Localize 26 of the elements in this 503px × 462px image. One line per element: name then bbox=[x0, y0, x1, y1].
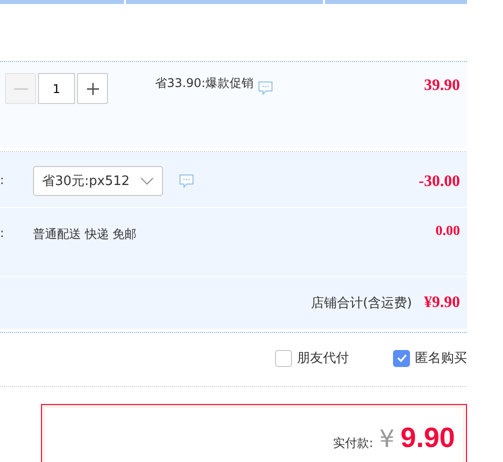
coupon-label: : bbox=[0, 173, 6, 187]
quantity-field[interactable]: 1 bbox=[38, 73, 75, 104]
shipping-fee: 0.00 bbox=[436, 224, 460, 240]
minus-button[interactable] bbox=[5, 73, 36, 104]
shop-total-label: 店铺合计(含运费) bbox=[310, 295, 412, 312]
item-price: 39.90 bbox=[424, 77, 460, 95]
option-label[interactable]: 匿名购买 bbox=[415, 349, 467, 367]
coupon-dropdown[interactable]: 省30元:px512 bbox=[33, 166, 163, 196]
checkbox[interactable] bbox=[275, 350, 292, 366]
minus-icon bbox=[14, 88, 28, 90]
check-icon bbox=[396, 354, 406, 362]
payment-label: 实付款: bbox=[333, 435, 374, 452]
shipping-method: 普通配送 快递 免邮 bbox=[33, 226, 137, 243]
chat-icon[interactable] bbox=[178, 174, 194, 188]
discount-amount: -30.00 bbox=[418, 173, 460, 191]
option-label[interactable]: 朋友代付 bbox=[297, 349, 349, 367]
plus-icon bbox=[86, 82, 100, 96]
promotion-text: 省33.90:爆款促销 bbox=[155, 75, 254, 92]
currency-symbol: ¥ bbox=[379, 425, 394, 453]
shop-total-amount: ¥9.90 bbox=[424, 294, 460, 312]
chevron-down-icon bbox=[140, 177, 154, 185]
shipping-label: : bbox=[0, 226, 6, 240]
plus-button[interactable] bbox=[77, 73, 108, 104]
chat-icon[interactable] bbox=[258, 81, 274, 95]
payment-amount: 9.90 bbox=[400, 422, 455, 454]
checked-checkbox[interactable] bbox=[393, 350, 410, 366]
